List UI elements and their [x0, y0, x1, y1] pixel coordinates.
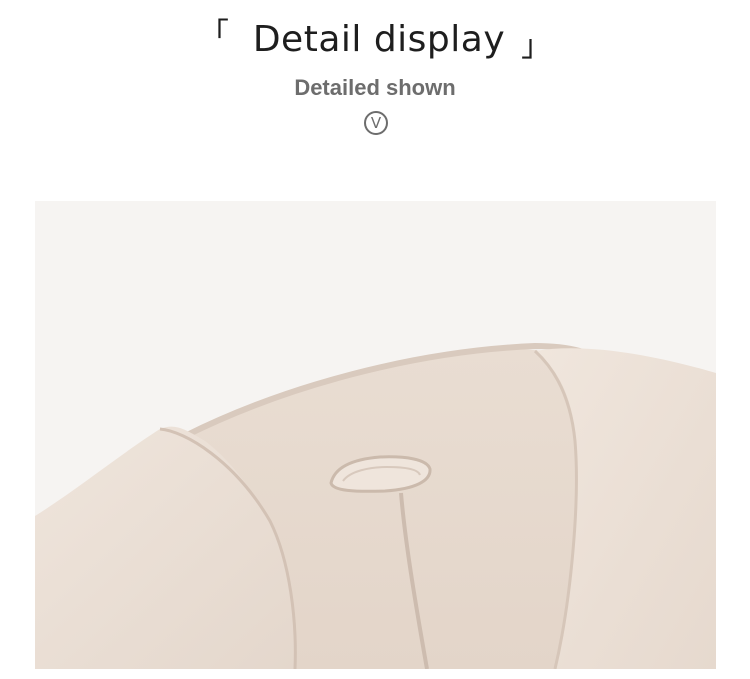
title-bracket-open: 「: [198, 17, 229, 52]
product-detail-photo: [35, 201, 716, 669]
badge-letter: V: [370, 113, 382, 132]
title-bracket-close: 」: [521, 29, 552, 64]
section-header: 「 Detail display 」 Detailed shown V: [0, 0, 750, 200]
section-title: Detail display: [252, 19, 506, 60]
coat-collar-illustration: [35, 201, 716, 669]
title-row: 「 Detail display 」: [0, 16, 750, 64]
section-subtitle: Detailed shown: [294, 75, 456, 100]
circled-v-icon: V: [364, 111, 388, 135]
